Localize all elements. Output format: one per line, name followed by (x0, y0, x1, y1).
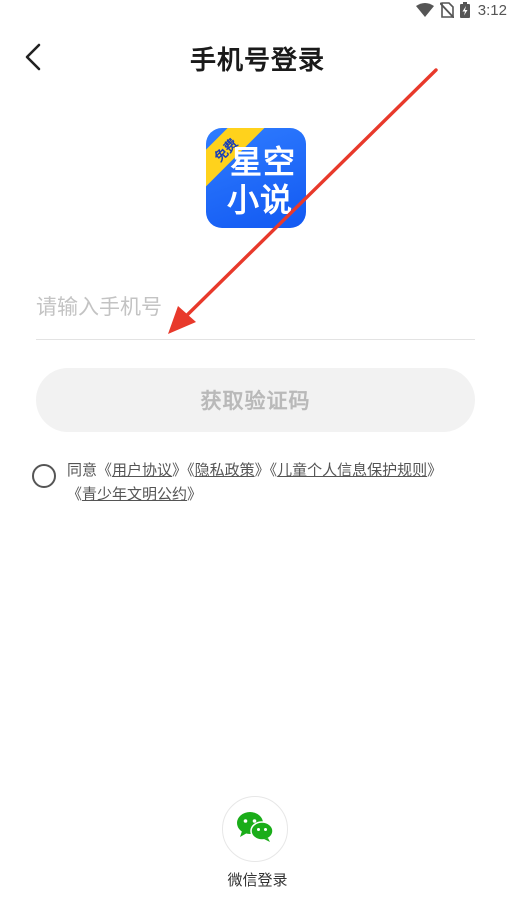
agree-checkbox[interactable] (32, 464, 56, 488)
child-privacy-link[interactable]: 儿童个人信息保护规则 (277, 461, 427, 479)
status-time: 3:12 (477, 1, 507, 19)
page-title: 手机号登录 (189, 46, 325, 76)
agreement-text: 同意《用户协议》《隐私政策》《儿童个人信息保护规则》 《青少年文明公约》 (67, 458, 482, 506)
no-sim-icon (439, 2, 454, 18)
app-logo: 免费 星空 小说 (206, 128, 306, 228)
get-code-button[interactable]: 获取验证码 (36, 368, 475, 432)
bracket-open: 《 (97, 461, 113, 479)
bracket-open: 《 (187, 461, 195, 479)
status-bar: 3:12 (0, 0, 515, 20)
wechat-login-button[interactable] (222, 796, 288, 862)
youth-convention-link[interactable]: 青少年文明公约 (82, 485, 187, 503)
header: 手机号登录 (0, 34, 515, 82)
bracket-close: 》 (172, 461, 188, 479)
logo-line-1: 星空 (229, 143, 296, 181)
bracket-open: 《 (269, 461, 278, 479)
bracket-close: 》 (254, 461, 270, 479)
phone-number-input[interactable] (36, 282, 475, 332)
phone-input-container (36, 282, 475, 340)
wechat-login-label: 微信登录 (227, 871, 288, 889)
wechat-icon (236, 811, 274, 847)
logo-line-2: 小说 (226, 181, 293, 219)
status-icons: 3:12 (415, 0, 507, 20)
agreement-prefix: 同意 (67, 461, 98, 479)
battery-charging-icon (459, 2, 470, 18)
bracket-close: 》 (187, 485, 203, 503)
agreement: 同意《用户协议》《隐私政策》《儿童个人信息保护规则》 《青少年文明公约》 (32, 458, 482, 506)
bracket-close: 》 (427, 461, 443, 479)
privacy-policy-link[interactable]: 隐私政策 (195, 461, 255, 479)
wifi-icon (415, 3, 434, 17)
user-agreement-link[interactable]: 用户协议 (112, 461, 172, 479)
bracket-open: 《 (67, 485, 83, 503)
